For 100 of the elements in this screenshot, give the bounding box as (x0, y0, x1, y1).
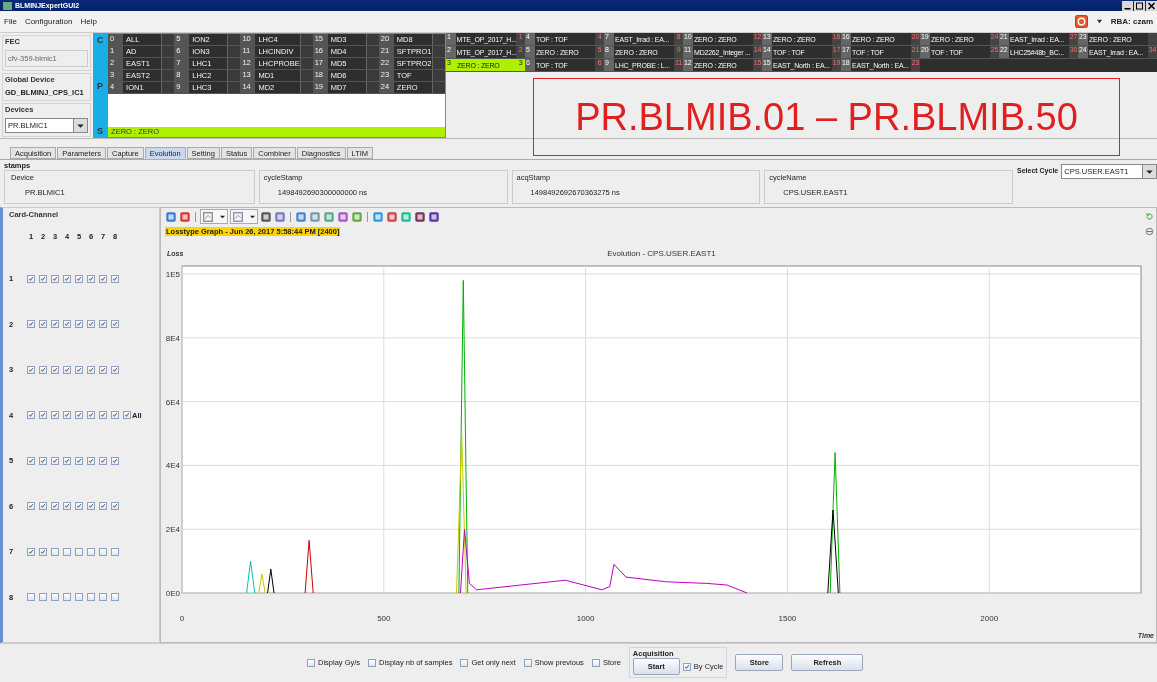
checkbox[interactable] (87, 365, 95, 374)
menu-item[interactable]: Help (80, 17, 97, 27)
checkbox[interactable] (39, 456, 47, 465)
tick-label: 1000 (576, 613, 595, 623)
checkbox[interactable] (51, 274, 59, 283)
checkbox[interactable] (111, 320, 119, 329)
power-icon[interactable] (1074, 15, 1088, 29)
checkbox[interactable] (63, 320, 71, 329)
checkbox[interactable] (123, 411, 131, 420)
checkbox[interactable] (39, 320, 47, 329)
checkbox[interactable] (39, 502, 47, 511)
checkbox[interactable] (99, 365, 107, 374)
chart-title: Evolution - CPS.USER.EAST1 (607, 248, 716, 258)
checkbox[interactable] (87, 320, 95, 329)
checkbox[interactable] (51, 411, 59, 420)
checkbox[interactable] (99, 274, 107, 283)
checkbox[interactable] (111, 456, 119, 465)
checkbox[interactable] (99, 547, 107, 556)
checkbox[interactable] (75, 411, 83, 420)
tick-label: 2E4 (165, 525, 180, 535)
checkbox[interactable] (63, 547, 71, 556)
checkbox[interactable] (27, 365, 35, 374)
checkbox[interactable] (75, 320, 83, 329)
checkbox[interactable] (87, 411, 95, 420)
caret-icon[interactable] (219, 213, 226, 221)
caret-icon[interactable] (249, 213, 256, 221)
checkbox[interactable] (63, 365, 71, 374)
annotation-box: PR.BLMIB.01 – PR.BLMIB.50 (533, 78, 1120, 157)
table-cell (227, 58, 241, 70)
checkbox[interactable] (111, 411, 119, 420)
minimize-icon[interactable] (1122, 0, 1133, 11)
checkbox[interactable] (75, 593, 83, 602)
data-line (246, 560, 256, 594)
checkbox[interactable] (111, 547, 119, 556)
checkbox[interactable] (307, 658, 315, 667)
line-chart-icon[interactable] (232, 210, 244, 223)
checkbox[interactable] (51, 456, 59, 465)
checkbox[interactable] (39, 547, 47, 556)
checkbox[interactable] (27, 502, 35, 511)
table-cell (161, 58, 175, 70)
checkbox[interactable] (75, 274, 83, 283)
checkbox[interactable] (75, 456, 83, 465)
checkbox[interactable] (368, 658, 377, 667)
checkbox[interactable] (99, 320, 107, 329)
checkbox[interactable] (75, 547, 83, 556)
checkbox[interactable] (39, 411, 47, 420)
checkbox[interactable] (87, 593, 95, 602)
close-icon[interactable] (1146, 0, 1157, 11)
checkbox[interactable] (87, 547, 95, 556)
caret-icon[interactable] (1142, 165, 1156, 179)
tick-label: 1E5 (165, 269, 180, 279)
table-cell (227, 70, 241, 82)
checkbox[interactable] (39, 593, 47, 602)
checkbox[interactable] (51, 365, 59, 374)
machine-letter: S (97, 126, 104, 137)
checkbox[interactable] (99, 593, 107, 602)
caret-icon[interactable] (1095, 18, 1103, 26)
checkbox[interactable] (99, 502, 107, 511)
checkbox[interactable] (591, 658, 600, 667)
checkbox[interactable] (51, 320, 59, 329)
checkbox[interactable] (27, 320, 35, 329)
checkbox[interactable] (460, 658, 469, 667)
checkbox[interactable] (27, 456, 35, 465)
tick-label: 2000 (980, 613, 999, 623)
checkbox[interactable] (111, 274, 119, 283)
menu-item[interactable]: Configuration (24, 17, 73, 27)
user-label: RBA: czam (1110, 17, 1153, 27)
checkbox[interactable] (63, 274, 71, 283)
maximize-icon[interactable] (1134, 0, 1145, 11)
table-cell (227, 46, 241, 58)
checkbox[interactable] (27, 547, 35, 556)
tick-label: 0E0 (165, 588, 180, 598)
checkbox[interactable] (27, 274, 35, 283)
checkbox[interactable] (111, 502, 119, 511)
checkbox[interactable] (111, 365, 119, 374)
checkbox[interactable] (99, 456, 107, 465)
checkbox[interactable] (51, 547, 59, 556)
checkbox[interactable] (51, 502, 59, 511)
checkbox[interactable] (682, 662, 691, 671)
checkbox[interactable] (51, 593, 59, 602)
tick-label: 1500 (778, 613, 797, 623)
app-icon (3, 1, 12, 10)
checkbox[interactable] (87, 502, 95, 511)
checkbox[interactable] (75, 502, 83, 511)
checkbox[interactable] (63, 502, 71, 511)
checkbox[interactable] (39, 274, 47, 283)
checkbox[interactable] (63, 411, 71, 420)
checkbox[interactable] (27, 593, 35, 602)
checkbox[interactable] (75, 365, 83, 374)
checkbox[interactable] (111, 593, 119, 602)
checkbox[interactable] (63, 456, 71, 465)
checkbox[interactable] (523, 658, 532, 667)
checkbox[interactable] (39, 365, 47, 374)
checkbox[interactable] (63, 593, 71, 602)
checkbox[interactable] (87, 456, 95, 465)
menu-item[interactable]: File (4, 17, 17, 27)
checkbox[interactable] (27, 411, 35, 420)
checkbox[interactable] (87, 274, 95, 283)
checkbox[interactable] (99, 411, 107, 420)
table-cell (365, 46, 379, 58)
